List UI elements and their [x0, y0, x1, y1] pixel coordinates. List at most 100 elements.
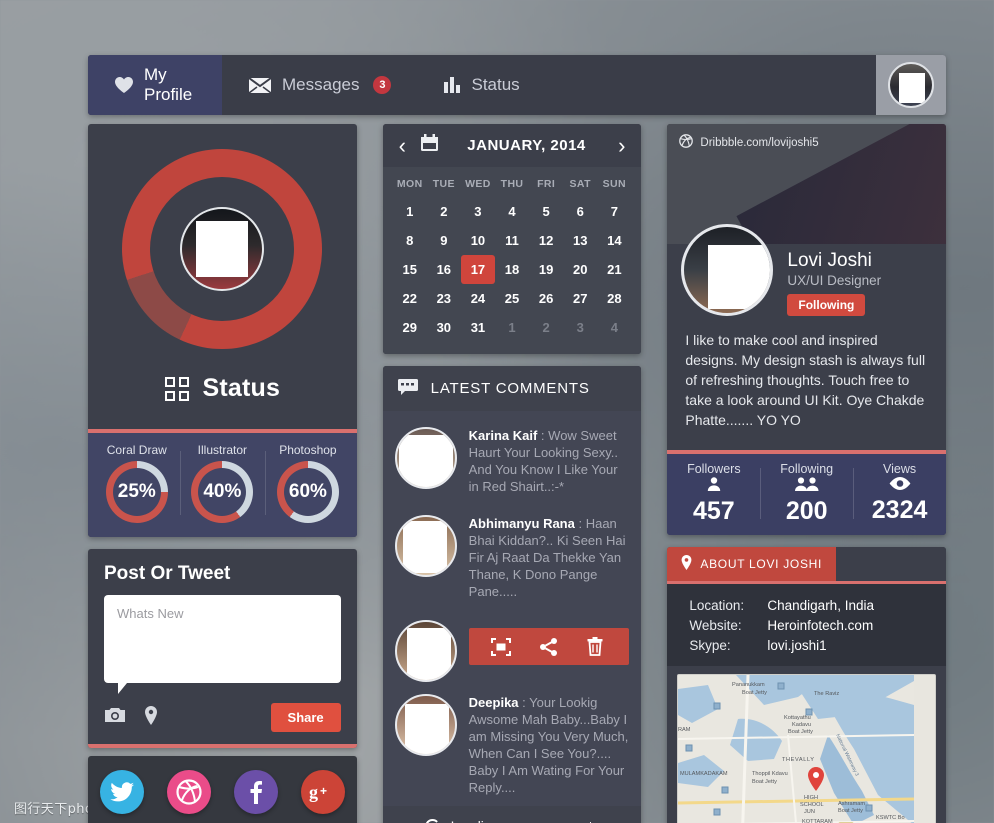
calendar-day[interactable]: 21 [597, 255, 631, 284]
avatar[interactable] [888, 62, 934, 108]
calendar-day[interactable]: 24 [461, 284, 495, 313]
calendar-day[interactable]: 10 [461, 226, 495, 255]
weekday-label: TUE [432, 178, 455, 190]
status-panel: Status Coral Draw 25% Illustrator 40% Ph… [88, 124, 357, 537]
calendar-day[interactable]: 16 [427, 255, 461, 284]
post-actions-row: Share [104, 683, 341, 744]
calendar-day[interactable]: 2 [427, 197, 461, 226]
list-item[interactable]: Deepika : Your Lookig Awsome Mah Baby...… [383, 684, 642, 806]
expand-icon[interactable] [490, 637, 511, 656]
calendar-day[interactable]: 27 [563, 284, 597, 313]
skill-value: 60% [288, 481, 327, 502]
profile-url[interactable]: Dribbble.com/lovijoshi5 [679, 134, 819, 151]
topbar-avatar-container[interactable] [876, 55, 946, 115]
stat-views: Views 2324 [853, 462, 946, 525]
share-icon[interactable] [539, 637, 559, 656]
stat-label: Views [883, 462, 917, 476]
calendar-day[interactable]: 18 [495, 255, 529, 284]
tab-label: My Profile [144, 65, 193, 104]
single-person-icon [667, 476, 760, 497]
calendar-day[interactable]: 13 [563, 226, 597, 255]
tab-my-profile[interactable]: My Profile [88, 55, 222, 115]
skills-row: Coral Draw 25% Illustrator 40% Photoshop [88, 433, 357, 537]
calendar-day[interactable]: 31 [461, 313, 495, 342]
avatar-redaction [402, 521, 447, 573]
calendar-day[interactable]: 22 [393, 284, 427, 313]
share-button[interactable]: Share [270, 703, 341, 732]
calendar-day[interactable]: 28 [597, 284, 631, 313]
about-key: Skype: [689, 638, 731, 653]
profile-url-text: Dribbble.com/lovijoshi5 [700, 136, 819, 149]
about-details: Location: Chandigarh, India Website: Her… [667, 584, 947, 666]
about-key: Website: [689, 618, 742, 633]
status-title: Status [202, 374, 281, 402]
tab-messages[interactable]: Messages 3 [222, 55, 417, 115]
calendar-panel: ‹ JANUARY, 2014 › MON TUE WED THU FRI SA… [382, 124, 642, 354]
tab-status[interactable]: Status [417, 55, 545, 115]
twitter-icon[interactable] [99, 770, 144, 814]
post-title: Post Or Tweet [104, 563, 231, 584]
social-icons-row: g + [88, 770, 357, 814]
about-key: Location: [689, 598, 745, 613]
calendar-day[interactable]: 7 [597, 197, 631, 226]
location-map[interactable]: Pananukkam Boat Jetty The Raviz Kottayat… [677, 674, 937, 823]
calendar-days-grid: 1 2 3 4 5 6 7 8 9 10 11 12 13 14 15 16 17 18 19 20 21 22 23 24 2… [393, 197, 632, 342]
calendar-day[interactable]: 1 [393, 197, 427, 226]
trash-icon[interactable] [587, 637, 603, 656]
about-tab[interactable]: ABOUT LOVI JOSHI [667, 547, 837, 581]
calendar-day[interactable]: 26 [529, 284, 563, 313]
list-item[interactable]: Abhimanyu Rana : Haan Bhai Kiddan?.. Ki … [383, 505, 642, 610]
bar-chart-icon [443, 76, 461, 94]
calendar-day[interactable]: 4 [495, 197, 529, 226]
calendar-day[interactable]: 2 [529, 313, 563, 342]
calendar-day[interactable]: 30 [427, 313, 461, 342]
calendar-day[interactable]: 5 [529, 197, 563, 226]
list-item[interactable]: Karina Kaif : Wow Sweet Haurt Your Looki… [383, 417, 642, 505]
calendar-day[interactable]: 1 [495, 313, 529, 342]
skill-ring: 60% [276, 461, 339, 523]
load-more-comments-button[interactable]: Loading more comments [382, 806, 642, 823]
calendar-day[interactable]: 8 [393, 226, 427, 255]
calendar-day[interactable]: 11 [495, 226, 529, 255]
dribbble-icon[interactable] [166, 770, 211, 814]
calendar-day[interactable]: 6 [563, 197, 597, 226]
calendar-day[interactable]: 3 [563, 313, 597, 342]
avatar-redaction [708, 245, 771, 309]
calendar-day[interactable]: 17 [460, 255, 495, 284]
svg-text:Kottayathu: Kottayathu [784, 715, 811, 721]
about-value[interactable]: Heroinfotech.com [767, 616, 873, 636]
stat-followers: Followers 457 [667, 462, 760, 525]
avatar-redaction [406, 628, 451, 680]
avatar-redaction [404, 704, 449, 754]
social-links-panel: g + [88, 756, 357, 823]
calendar-day[interactable]: 23 [427, 284, 461, 313]
calendar-day[interactable]: 4 [597, 313, 631, 342]
calendar-day[interactable]: 19 [529, 255, 563, 284]
calendar-day[interactable]: 15 [393, 255, 427, 284]
post-textarea[interactable]: Whats New [104, 595, 341, 694]
top-navigation-bar: My Profile Messages 3 Status [88, 55, 946, 115]
avatar [394, 620, 457, 682]
calendar-day[interactable]: 9 [427, 226, 461, 255]
calendar-day[interactable]: 12 [529, 226, 563, 255]
calendar-day[interactable]: 25 [495, 284, 529, 313]
facebook-icon[interactable] [233, 770, 278, 814]
weekday-label: FRI [537, 178, 556, 190]
calendar-day[interactable]: 14 [597, 226, 631, 255]
camera-icon[interactable] [104, 706, 126, 729]
comment-author: Deepika [468, 695, 519, 710]
location-pin-icon [681, 555, 692, 573]
calendar-day[interactable]: 20 [563, 255, 597, 284]
list-item[interactable] [383, 610, 642, 684]
location-pin-icon[interactable] [144, 705, 158, 730]
post-panel: Post Or Tweet Whats New Share [88, 549, 357, 748]
calendar-prev-button[interactable]: ‹ [395, 134, 410, 157]
comment-separator: : [518, 695, 530, 710]
calendar-day[interactable]: 29 [393, 313, 427, 342]
status-donut-chart [88, 124, 357, 374]
calendar-day[interactable]: 3 [461, 197, 495, 226]
svg-text:Boat Jetty: Boat Jetty [752, 779, 777, 785]
calendar-next-button[interactable]: › [614, 134, 629, 157]
googleplus-icon[interactable]: g + [301, 770, 346, 814]
following-button[interactable]: Following [787, 294, 866, 316]
